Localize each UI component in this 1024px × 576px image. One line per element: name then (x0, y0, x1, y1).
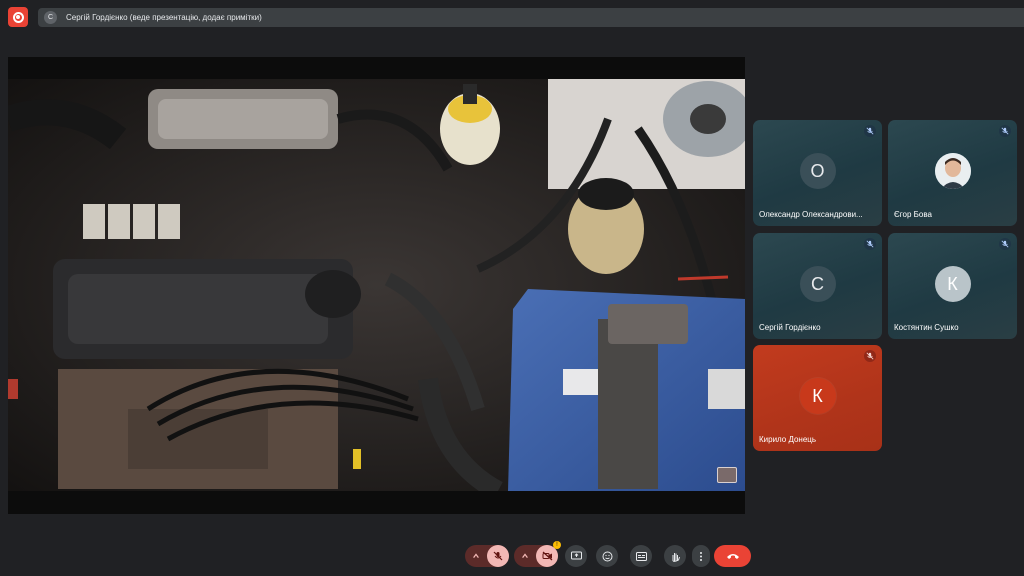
shared-screen-video (8, 79, 745, 491)
participant-tile-serhii[interactable]: С Сергій Гордієнко (753, 233, 882, 339)
raise-hand-button[interactable] (664, 545, 686, 567)
presenter-banner: С Сергій Гордієнко (веде презентацію, до… (38, 8, 1024, 27)
camera-off-button[interactable]: ! (536, 541, 561, 567)
camera-off-icon (542, 551, 552, 561)
participant-name: Єгор Бова (894, 210, 932, 219)
participant-name: Кирило Донець (759, 435, 817, 444)
more-icon (700, 551, 702, 561)
present-button[interactable] (565, 545, 587, 567)
mic-off-icon (999, 125, 1011, 137)
avatar: О (799, 153, 836, 189)
chevron-up-icon[interactable] (514, 545, 536, 567)
presentation-logo-icon (717, 467, 737, 483)
participant-tile-oleksandr[interactable]: О Олександр Олександрови... (753, 120, 882, 226)
chevron-up-icon[interactable] (465, 545, 487, 567)
presenter-label: Сергій Гордієнко (веде презентацію, дода… (66, 13, 262, 22)
captions-icon (635, 551, 647, 561)
mic-off-icon (864, 350, 876, 362)
participant-name: Сергій Гордієнко (759, 323, 821, 332)
end-call-icon (726, 554, 739, 559)
mic-off-icon (999, 238, 1011, 250)
mic-off-icon (493, 551, 503, 561)
participant-tile-kyrylo[interactable]: К Кирило Донець (753, 345, 882, 451)
present-icon (570, 551, 582, 560)
participant-tile-yehor[interactable]: Єгор Бова (888, 120, 1017, 226)
avatar: К (934, 266, 971, 302)
end-call-button[interactable] (714, 545, 751, 567)
camera-control-group: ! (514, 541, 561, 567)
presentation-stage (8, 57, 745, 514)
mic-off-button[interactable] (487, 545, 509, 567)
avatar-photo (934, 153, 971, 189)
emoji-icon (602, 551, 612, 561)
participant-name: Костянтин Сушко (894, 323, 959, 332)
more-options-button[interactable] (692, 545, 710, 567)
record-button[interactable] (8, 7, 28, 27)
raise-hand-icon (672, 552, 680, 562)
mic-control-group (465, 545, 509, 567)
avatar: К (799, 378, 836, 414)
participant-name: Олександр Олександрови... (759, 210, 863, 219)
participant-tile-kostiantyn[interactable]: К Костянтин Сушко (888, 233, 1017, 339)
presenter-avatar: С (44, 11, 57, 24)
record-icon (12, 11, 24, 23)
captions-button[interactable] (630, 545, 652, 567)
warning-badge: ! (553, 541, 561, 549)
emoji-button[interactable] (596, 545, 618, 567)
avatar: С (799, 266, 836, 302)
mic-off-icon (864, 238, 876, 250)
mic-off-icon (864, 125, 876, 137)
